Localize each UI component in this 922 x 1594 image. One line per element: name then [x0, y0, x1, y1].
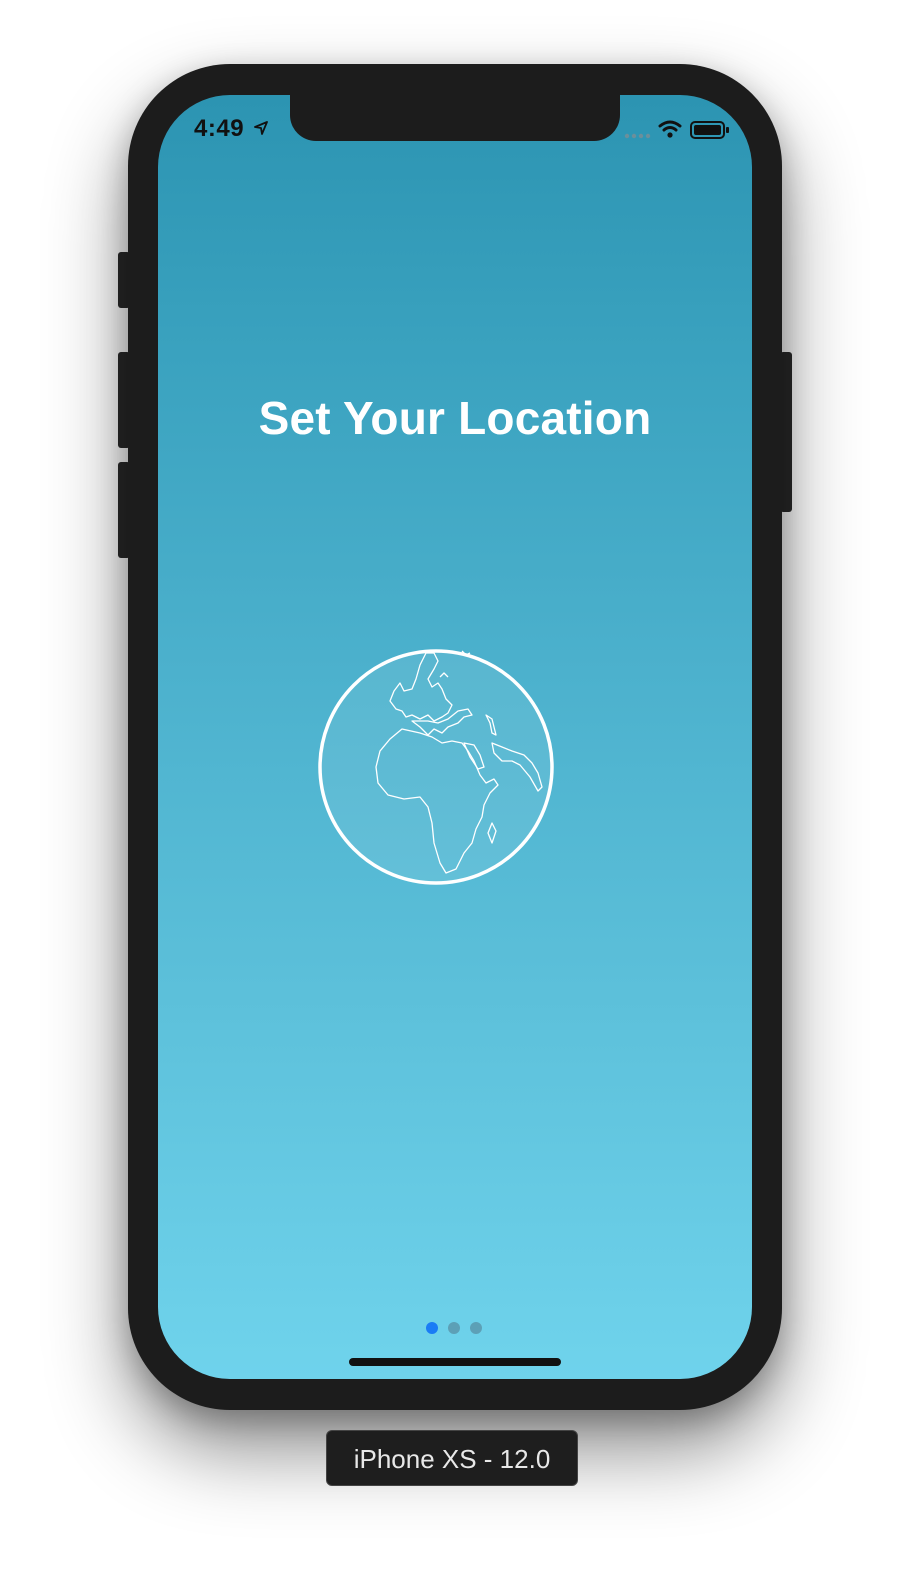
battery-icon [690, 121, 729, 139]
home-indicator[interactable] [349, 1358, 561, 1366]
location-arrow-icon [254, 121, 268, 135]
status-time: 4:49 [194, 115, 245, 142]
page-dot-1[interactable] [426, 1322, 438, 1334]
signal-dots-icon [624, 133, 651, 139]
page-dot-3[interactable] [470, 1322, 482, 1334]
wifi-icon [658, 120, 682, 138]
simulator-stage: 4:49 Set Your Location iPhone XS - 12.0 [0, 0, 922, 1594]
device-label: iPhone XS - 12.0 [326, 1430, 578, 1486]
notch [290, 95, 620, 141]
globe-icon [318, 649, 554, 885]
page-indicator[interactable] [424, 1321, 494, 1335]
app-screen: 4:49 Set Your Location [158, 95, 752, 1379]
screen-title: Set Your Location [258, 392, 652, 444]
page-dot-2[interactable] [448, 1322, 460, 1334]
